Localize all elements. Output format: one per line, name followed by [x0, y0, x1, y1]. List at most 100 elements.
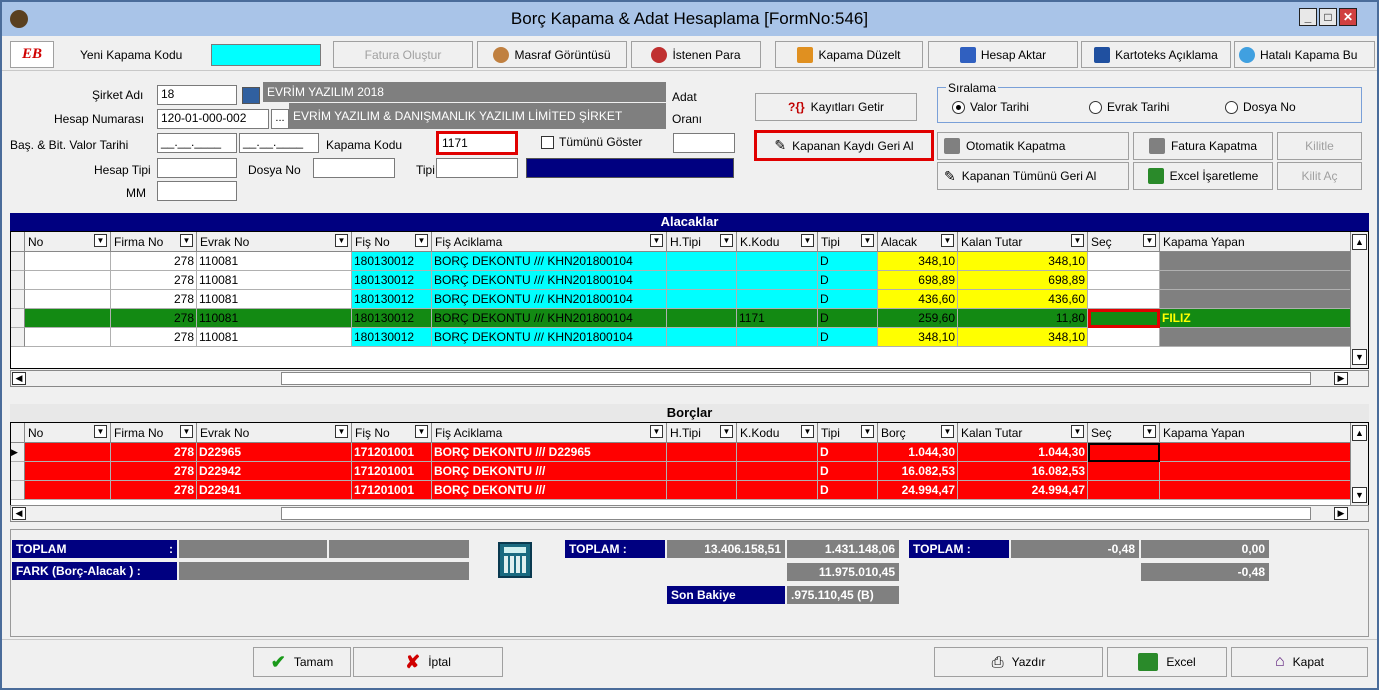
table-row[interactable]: 278 110081 180130012 BORÇ DEKONTU /// KHN20… — [11, 252, 1368, 271]
column-header[interactable]: Tipi ▼ — [818, 232, 878, 252]
calculator-icon[interactable] — [498, 542, 532, 578]
row-indicator[interactable] — [11, 309, 25, 328]
table-cell[interactable]: BORÇ DEKONTU /// — [432, 462, 667, 481]
column-header[interactable]: Firma No ▼ — [111, 232, 197, 252]
table-cell[interactable]: 278 — [111, 443, 197, 462]
table-cell[interactable]: 278 — [111, 252, 197, 271]
date-start-input[interactable]: __.__.____ — [157, 133, 237, 153]
table-row[interactable]: 278 110081 180130012 BORÇ DEKONTU /// KHN20… — [11, 271, 1368, 290]
print-button[interactable]: ⎙ Yazdır — [934, 647, 1103, 677]
get-records-button[interactable]: ?{} Kayıtları Getir — [755, 93, 917, 121]
table-cell[interactable]: 110081 — [197, 309, 352, 328]
table-cell[interactable]: 110081 — [197, 290, 352, 309]
fix-closing-button[interactable]: Kapama Düzelt — [775, 41, 923, 68]
column-header[interactable]: H.Tipi ▼ — [667, 423, 737, 443]
table-cell[interactable]: 24.994,47 — [878, 481, 958, 500]
faulty-closing-button[interactable]: Hatalı Kapama Bu — [1234, 41, 1375, 68]
column-header[interactable]: H.Tipi ▼ — [667, 232, 737, 252]
table-cell[interactable] — [737, 271, 818, 290]
table-cell[interactable] — [25, 462, 111, 481]
column-header[interactable]: Tipi ▼ — [818, 423, 878, 443]
column-header[interactable]: Borç ▼ — [878, 423, 958, 443]
table-cell[interactable]: 171201001 — [352, 443, 432, 462]
account-number-input[interactable]: 120-01-000-002 — [157, 109, 269, 129]
table-cell[interactable]: 348,10 — [958, 252, 1088, 271]
column-header[interactable]: Fiş No ▼ — [352, 423, 432, 443]
sort-doc-radio[interactable] — [1089, 101, 1102, 114]
kapama-code-input[interactable]: 1171 — [436, 131, 518, 155]
table-cell[interactable] — [1160, 271, 1352, 290]
table-cell[interactable]: 278 — [111, 271, 197, 290]
requested-money-button[interactable]: İstenen Para — [631, 41, 761, 68]
company-code-input[interactable]: 18 — [157, 85, 237, 105]
table-cell[interactable]: 180130012 — [352, 252, 432, 271]
column-header[interactable]: Kapama Yapan — [1160, 232, 1352, 252]
table-cell[interactable]: 24.994,47 — [958, 481, 1088, 500]
table-cell[interactable] — [25, 252, 111, 271]
ok-button[interactable]: ✔ Tamam — [253, 647, 351, 677]
table-cell[interactable]: 110081 — [197, 271, 352, 290]
table-cell[interactable]: BORÇ DEKONTU /// KHN201800104 — [432, 328, 667, 347]
table-cell[interactable]: 171201001 — [352, 481, 432, 500]
table-cell[interactable]: D22942 — [197, 462, 352, 481]
table-cell[interactable]: D — [818, 252, 878, 271]
receivables-vscroll[interactable]: ▲ ▼ — [1350, 232, 1368, 368]
row-indicator[interactable] — [11, 252, 25, 271]
column-header[interactable]: K.Kodu ▼ — [737, 232, 818, 252]
excel-button[interactable]: Excel — [1107, 647, 1227, 677]
table-cell[interactable]: D — [818, 271, 878, 290]
table-cell[interactable] — [1088, 271, 1160, 290]
table-cell[interactable]: 698,89 — [958, 271, 1088, 290]
table-cell[interactable] — [667, 309, 737, 328]
table-cell[interactable] — [1088, 252, 1160, 271]
table-cell[interactable] — [25, 481, 111, 500]
table-cell[interactable] — [1160, 481, 1352, 500]
table-cell[interactable] — [1160, 252, 1352, 271]
payables-vscroll[interactable]: ▲ ▼ — [1350, 423, 1368, 508]
table-cell[interactable]: 1.044,30 — [958, 443, 1088, 462]
column-header[interactable]: Seç ▼ — [1088, 423, 1160, 443]
table-cell[interactable]: FILIZ — [1160, 309, 1352, 328]
table-cell[interactable] — [737, 328, 818, 347]
column-header[interactable]: No ▼ — [25, 423, 111, 443]
table-cell[interactable] — [737, 290, 818, 309]
table-cell[interactable] — [25, 309, 111, 328]
column-header[interactable]: Evrak No ▼ — [197, 232, 352, 252]
table-row[interactable]: 278 110081 180130012 BORÇ DEKONTU /// KHN20… — [11, 328, 1368, 347]
mm-input[interactable] — [157, 181, 237, 201]
table-cell[interactable]: 348,10 — [958, 328, 1088, 347]
payables-hscroll[interactable]: ◀ ▶ — [10, 505, 1369, 522]
table-cell[interactable] — [1088, 481, 1160, 500]
table-cell[interactable]: 180130012 — [352, 309, 432, 328]
column-header[interactable]: Fiş Aciklama ▼ — [432, 232, 667, 252]
table-row[interactable]: 278 110081 180130012 BORÇ DEKONTU /// KHN20… — [11, 309, 1368, 328]
table-cell[interactable]: 180130012 — [352, 271, 432, 290]
revert-closed-button[interactable]: ✎ Kapanan Kaydı Geri Al — [754, 130, 934, 161]
row-indicator[interactable] — [11, 271, 25, 290]
cancel-button[interactable]: ✘ İptal — [353, 647, 503, 677]
sort-file-radio[interactable] — [1225, 101, 1238, 114]
table-cell[interactable] — [1160, 328, 1352, 347]
table-row[interactable]: 278 D22941 171201001 BORÇ DEKONTU ///D 24.99… — [11, 481, 1368, 500]
table-cell[interactable]: 436,60 — [958, 290, 1088, 309]
table-cell[interactable]: BORÇ DEKONTU /// KHN201800104 — [432, 271, 667, 290]
table-cell[interactable]: D22965 — [197, 443, 352, 462]
table-cell[interactable]: D — [818, 328, 878, 347]
table-cell[interactable]: 259,60 — [878, 309, 958, 328]
column-header[interactable]: Kapama Yapan — [1160, 423, 1352, 443]
table-cell[interactable]: BORÇ DEKONTU /// KHN201800104 — [432, 252, 667, 271]
minimize-button[interactable]: _ — [1299, 8, 1317, 26]
table-cell[interactable]: 348,10 — [878, 328, 958, 347]
table-cell[interactable] — [1088, 443, 1160, 462]
table-cell[interactable] — [737, 481, 818, 500]
sort-valor-radio[interactable] — [952, 101, 965, 114]
table-cell[interactable]: 278 — [111, 328, 197, 347]
table-cell[interactable] — [667, 443, 737, 462]
column-header[interactable]: Fiş Aciklama ▼ — [432, 423, 667, 443]
table-cell[interactable] — [1088, 328, 1160, 347]
table-cell[interactable] — [25, 328, 111, 347]
create-invoice-button[interactable]: Fatura Oluştur — [333, 41, 473, 68]
table-cell[interactable]: D — [818, 309, 878, 328]
table-cell[interactable] — [25, 271, 111, 290]
file-no-input[interactable] — [313, 158, 395, 178]
